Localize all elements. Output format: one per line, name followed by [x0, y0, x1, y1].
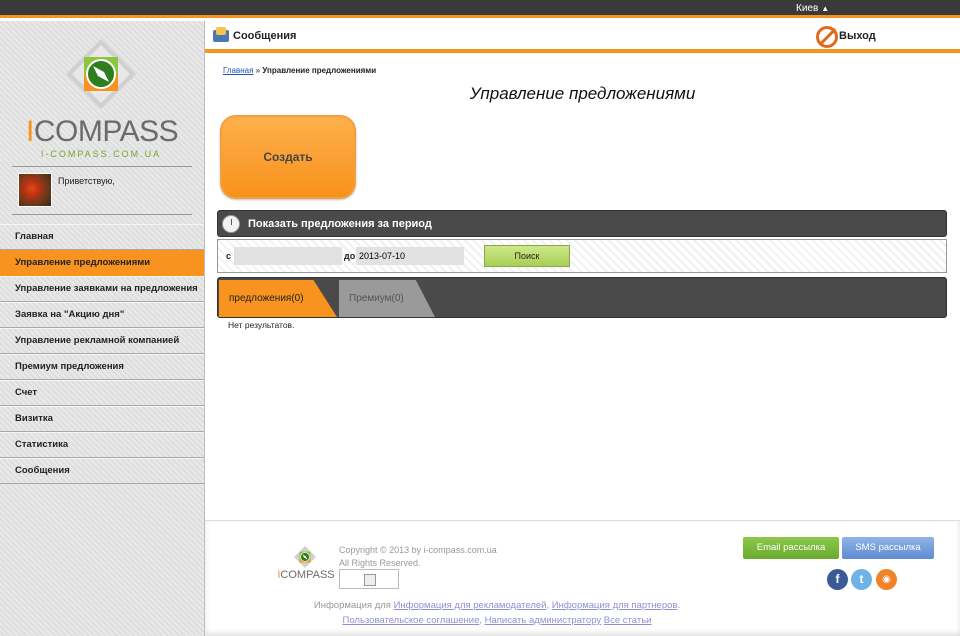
sidebar-item-statistics[interactable]: Статистика: [0, 432, 204, 458]
email-newsletter-button[interactable]: Email рассылка: [743, 537, 839, 559]
page-title: Управление предложениями: [469, 84, 696, 103]
sidebar-item-messages[interactable]: Сообщения: [0, 458, 204, 484]
greeting-text: Приветствую,: [58, 176, 115, 186]
logo[interactable]: ICOMPASS I-COMPASS.COM.UA: [26, 39, 179, 171]
sidebar-item-home[interactable]: Главная: [0, 224, 204, 250]
avatar[interactable]: [18, 173, 52, 207]
period-panel-header[interactable]: Показать предложения за период: [217, 210, 947, 237]
sidebar: ICOMPASS I-COMPASS.COM.UA Приветствую, Г…: [0, 21, 205, 636]
broken-image: [339, 569, 399, 589]
date-from-field[interactable]: [234, 247, 342, 265]
terms-link[interactable]: Пользовательское соглашение: [343, 615, 480, 626]
logo-wordmark: ICOMPASS: [26, 115, 179, 148]
breadcrumb-current: Управление предложениями: [262, 66, 377, 75]
caret-up-icon: ▲: [821, 4, 830, 13]
copyright: Copyright © 2013 by i-compass.com.ua All…: [339, 544, 497, 570]
exit-icon[interactable]: [816, 26, 838, 48]
search-button[interactable]: Поиск: [484, 245, 570, 267]
sms-newsletter-button[interactable]: SMS рассылка: [842, 537, 934, 559]
divider: [12, 166, 192, 167]
compass-logo-icon: [294, 546, 316, 568]
twitter-icon[interactable]: t: [851, 569, 872, 590]
date-to-field[interactable]: [356, 247, 464, 265]
breadcrumb: Главная » Управление предложениями: [223, 66, 376, 75]
all-articles-link[interactable]: Все статьи: [604, 615, 652, 626]
main-content: Главная » Управление предложениями Управ…: [205, 57, 960, 520]
period-filter: с до Поиск: [217, 239, 947, 273]
sidebar-item-premium[interactable]: Премиум предложения: [0, 354, 204, 380]
messages-link[interactable]: Сообщения: [233, 30, 296, 42]
sidebar-item-business-card[interactable]: Визитка: [0, 406, 204, 432]
sidebar-item-account[interactable]: Счет: [0, 380, 204, 406]
top-bar: Киев ▲: [0, 0, 960, 18]
sidebar-item-requests[interactable]: Управление заявками на предложения: [0, 276, 204, 302]
divider: [12, 214, 192, 215]
footer-logo[interactable]: ICOMPASS: [276, 546, 336, 590]
create-button[interactable]: Создать: [220, 115, 356, 199]
to-label: до: [344, 251, 356, 261]
partners-link[interactable]: Информация для партнеров: [552, 600, 678, 611]
city-label: Киев: [796, 3, 819, 14]
advertisers-link[interactable]: Информация для рекламодателей: [394, 600, 547, 611]
envelope-icon[interactable]: [213, 27, 229, 42]
clock-icon: [222, 215, 240, 233]
rss-icon[interactable]: ◉: [876, 569, 897, 590]
sidebar-item-offers[interactable]: Управление предложениями: [0, 250, 204, 276]
info-prefix: Информация для: [313, 600, 391, 611]
write-admin-link[interactable]: Написать администратору: [485, 615, 602, 626]
copyright-line: Copyright © 2013 by i-compass.com.ua: [339, 545, 497, 555]
compass-logo-icon: [66, 39, 136, 109]
sidebar-item-ad-campaign[interactable]: Управление рекламной компанией: [0, 328, 204, 354]
tab-premium[interactable]: Премиум(0): [339, 280, 435, 317]
no-results-text: Нет результатов.: [228, 320, 295, 330]
sidebar-item-deal-of-day[interactable]: Заявка на "Акцию дня": [0, 302, 204, 328]
footer-links: Информация для Информация для рекламодат…: [313, 600, 681, 626]
exit-link[interactable]: Выход: [839, 30, 876, 42]
main-header: Сообщения Выход: [205, 21, 960, 53]
period-panel-title: Показать предложения за период: [248, 218, 432, 230]
footer: ICOMPASS Copyright © 2013 by i-compass.c…: [205, 520, 960, 636]
sidebar-menu: Главная Управление предложениями Управле…: [0, 224, 204, 484]
facebook-icon[interactable]: f: [827, 569, 848, 590]
tab-offers[interactable]: предложения(0): [219, 280, 337, 317]
breadcrumb-home-link[interactable]: Главная: [223, 66, 253, 75]
logo-url: I-COMPASS.COM.UA: [40, 149, 162, 159]
footer-logo-wordmark: ICOMPASS: [277, 569, 335, 581]
city-selector[interactable]: Киев ▲: [796, 3, 829, 14]
from-label: с: [226, 251, 232, 261]
offers-tabs: предложения(0) Премиум(0): [217, 277, 947, 318]
